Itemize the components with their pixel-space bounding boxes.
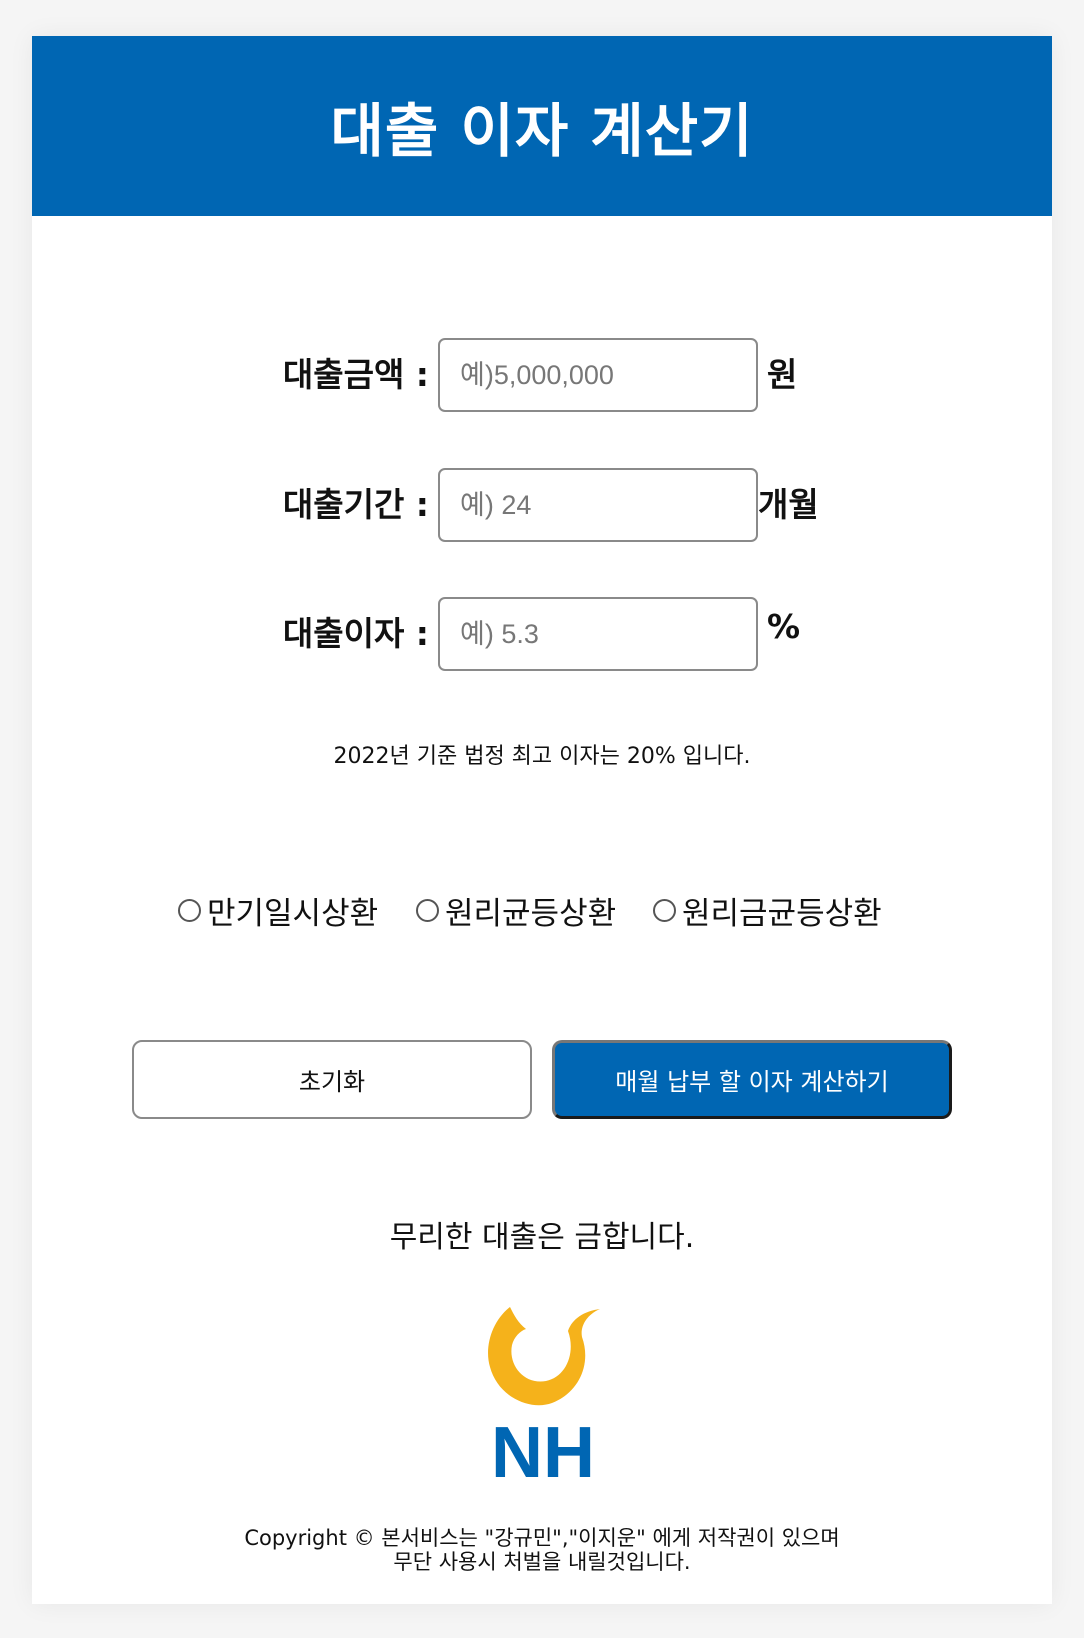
calculator-card: 대출 이자 계산기 대출금액 : 원 대출기간 : 개월 대출이자 : % 20…: [32, 36, 1052, 1604]
radio-label: 원리금균등상환: [682, 896, 882, 932]
radio-equal-principal[interactable]: 원리균등상환: [416, 888, 616, 933]
copyright-line-2: 무단 사용시 처벌을 내릴것입니다.: [393, 1550, 691, 1574]
reset-button[interactable]: 초기화: [132, 1040, 532, 1119]
rate-input[interactable]: [438, 597, 758, 671]
radio-circle-icon[interactable]: [416, 899, 439, 922]
radio-label: 만기일시상환: [207, 896, 379, 932]
copyright-line-1: Copyright © 본서비스는 "강규민","이지운" 에게 저작권이 있으…: [244, 1526, 840, 1550]
radio-circle-icon[interactable]: [653, 899, 676, 922]
period-label: 대출기간 :: [282, 485, 429, 524]
radio-equal-payment[interactable]: 원리금균등상환: [653, 888, 882, 933]
amount-input[interactable]: [438, 338, 758, 412]
period-unit: 개월: [758, 485, 819, 524]
period-input[interactable]: [438, 468, 758, 542]
calculate-button[interactable]: 매월 납부 할 이자 계산하기: [552, 1040, 952, 1119]
loan-warning: 무리한 대출은 금합니다.: [389, 1220, 695, 1255]
copyright-footer: Copyright © 본서비스는 "강규민","이지운" 에게 저작권이 있으…: [32, 1526, 1052, 1574]
amount-label: 대출금액 :: [282, 355, 429, 394]
nh-logo-ring-icon: [488, 1307, 600, 1406]
nh-logo-text: NH: [491, 1413, 595, 1491]
header-bar: 대출 이자 계산기: [32, 36, 1052, 216]
max-rate-note: 2022년 기준 법정 최고 이자는 20% 입니다.: [333, 744, 751, 769]
page-title: 대출 이자 계산기: [330, 97, 754, 165]
radio-circle-icon[interactable]: [178, 899, 201, 922]
rate-label: 대출이자 :: [282, 614, 429, 653]
nh-logo: NH: [488, 1307, 600, 1491]
radio-bullet-repayment[interactable]: 만기일시상환: [178, 888, 378, 933]
rate-row: 대출이자 : %: [32, 597, 1052, 671]
amount-row: 대출금액 : 원: [32, 338, 1052, 412]
period-row: 대출기간 : 개월: [32, 468, 1052, 542]
radio-label: 원리균등상환: [445, 896, 617, 932]
rate-unit: %: [767, 607, 801, 646]
repayment-options: 만기일시상환 원리균등상환 원리금균등상환: [32, 888, 1052, 932]
amount-unit: 원: [767, 355, 798, 394]
